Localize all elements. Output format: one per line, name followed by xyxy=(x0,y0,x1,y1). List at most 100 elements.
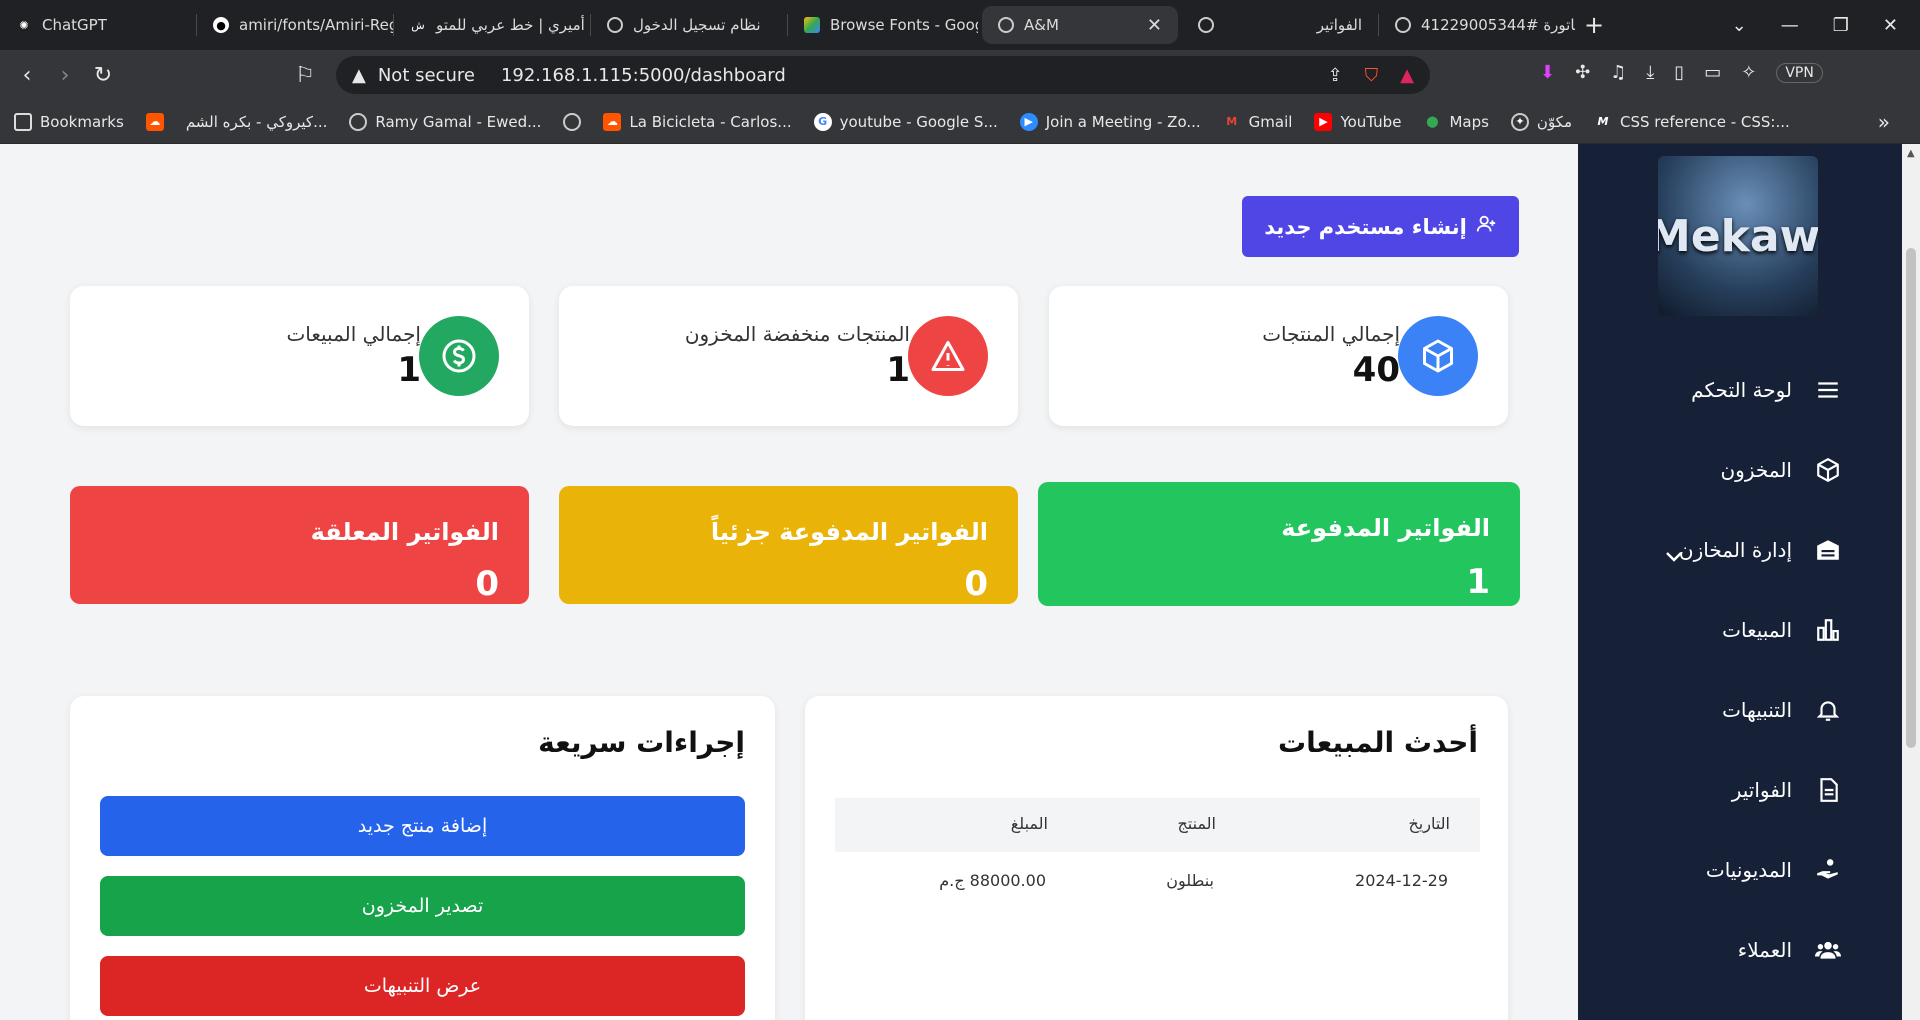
menu-icon xyxy=(1814,376,1842,404)
brand-logo[interactable]: Mekawy xyxy=(1658,156,1818,316)
tab-google-fonts[interactable]: Browse Fonts - Goog xyxy=(788,6,978,44)
sidebar-icon[interactable]: ▯ xyxy=(1674,62,1684,83)
sidebar-item-warehouses[interactable]: إدارة المخازن xyxy=(1679,536,1842,564)
bookmark-item[interactable]: كيروكي - بكره الشم... xyxy=(186,113,328,131)
recent-sales-title: أحدث المبيعات xyxy=(1277,726,1478,759)
youtube-icon: ▶ xyxy=(1314,112,1333,131)
bookmark-item[interactable]: ☁ xyxy=(145,112,164,131)
bookmark-label: CSS reference - CSS:... xyxy=(1620,112,1790,131)
tab-title: A&M xyxy=(1024,16,1059,34)
invoice-card-title: الفواتير المدفوعة xyxy=(1281,514,1490,542)
tab-invoices[interactable]: الفواتير xyxy=(1182,6,1378,44)
invoice-card-value: 0 xyxy=(964,564,988,604)
globe-icon xyxy=(607,17,623,33)
tab-login[interactable]: نظام تسجيل الدخول xyxy=(591,6,787,44)
page-scrollbar[interactable]: ▲ xyxy=(1902,144,1920,1020)
close-tab-icon[interactable]: ✕ xyxy=(1147,15,1162,36)
view-alerts-button[interactable]: عرض التنبيهات xyxy=(100,956,745,1016)
bookmark-item[interactable]: Ramy Gamal - Ewed... xyxy=(349,112,541,131)
bookmark-page-icon[interactable]: ⚐ xyxy=(286,63,324,88)
bookmark-item[interactable]: M Gmail xyxy=(1223,113,1292,131)
bookmark-label: Bookmarks xyxy=(40,112,124,131)
download-ext-icon[interactable]: ⬇ xyxy=(1540,62,1555,83)
bookmark-item[interactable] xyxy=(563,112,582,131)
bookmark-item[interactable]: ✦ مكوّن xyxy=(1510,112,1573,131)
export-inventory-button[interactable]: تصدير المخزون xyxy=(100,876,745,936)
sidebar-item-alerts[interactable]: التنبيهات xyxy=(1722,696,1842,724)
sidebar-item-dashboard[interactable]: لوحة التحكم xyxy=(1691,376,1842,404)
tab-amiri[interactable]: ﺵ أميري | خط عربي للمتو xyxy=(394,6,590,44)
sidebar-item-label: التنبيهات xyxy=(1722,698,1792,722)
tab-title: فاتورة #41229005344 xyxy=(1421,16,1575,34)
brave-shield-icon[interactable]: ⛉ xyxy=(1365,65,1379,86)
share-icon[interactable]: ⇪ xyxy=(1328,65,1343,86)
tab-invoice[interactable]: فاتورة #41229005344 xyxy=(1379,6,1575,44)
scrollbar-thumb[interactable] xyxy=(1906,248,1916,748)
restore-icon[interactable]: ❐ xyxy=(1833,15,1849,36)
tab-title: نظام تسجيل الدخول xyxy=(633,16,761,34)
vpn-button[interactable]: VPN xyxy=(1776,62,1823,83)
scroll-up-icon[interactable]: ▲ xyxy=(1907,148,1915,159)
tab-am-active[interactable]: A&M ✕ xyxy=(982,6,1178,44)
bookmark-label: Join a Meeting - Zo... xyxy=(1045,112,1201,131)
leo-icon[interactable]: ✧ xyxy=(1741,62,1756,83)
stat-value: 40 xyxy=(1352,350,1400,390)
zoom-icon: ▶ xyxy=(1019,112,1038,131)
bookmark-label: مكوّن xyxy=(1536,112,1573,131)
invoice-card-title: الفواتير المدفوعة جزئياً xyxy=(710,518,988,546)
sidebar-item-inventory[interactable]: المخزون xyxy=(1720,456,1842,484)
cube-icon xyxy=(1398,316,1478,396)
stat-title: إجمالي المنتجات xyxy=(1262,322,1400,346)
back-icon[interactable]: ‹ xyxy=(8,63,46,88)
sidebar-item-label: إدارة المخازن xyxy=(1678,538,1792,562)
reload-icon[interactable]: ↻ xyxy=(84,63,122,88)
more-bookmarks-icon[interactable]: » xyxy=(1878,110,1890,134)
bookmark-label: YouTube xyxy=(1340,112,1402,131)
tab-title: Browse Fonts - Goog xyxy=(830,16,978,34)
invoice-card-partial: الفواتير المدفوعة جزئياً 0 xyxy=(559,486,1018,604)
extensions-bar: ⬇ ✣ ♫ ⤓ ▯ ▭ ✧ VPN xyxy=(1540,62,1823,83)
url-text[interactable]: 192.168.1.115:5000/dashboard xyxy=(501,65,786,86)
sidebar-item-label: المديونيات xyxy=(1705,858,1792,882)
create-user-button[interactable]: إنشاء مستخدم جديد xyxy=(1242,196,1519,257)
new-tab-icon[interactable]: + xyxy=(1575,11,1613,39)
stat-title: إجمالي المبيعات xyxy=(286,322,421,346)
table-header: التاريخ المنتج المبلغ xyxy=(835,798,1480,852)
brave-rewards-icon[interactable]: ▲ xyxy=(1400,65,1414,86)
wallet-icon[interactable]: ▭ xyxy=(1704,62,1721,83)
sidebar-item-invoices[interactable]: الفواتير xyxy=(1732,776,1842,804)
add-product-button[interactable]: إضافة منتج جديد xyxy=(100,796,745,856)
cell-date: 2024-12-29 xyxy=(1355,871,1448,890)
bookmark-item[interactable]: M CSS reference - CSS:... xyxy=(1594,113,1790,131)
column-header-product: المنتج xyxy=(1177,814,1216,833)
tab-title: أميري | خط عربي للمتو xyxy=(436,16,585,34)
downloads-icon[interactable]: ⤓ xyxy=(1646,62,1654,83)
bookmark-item[interactable]: Bookmarks xyxy=(14,112,124,131)
bookmark-item[interactable]: ▶ YouTube xyxy=(1314,112,1402,131)
bookmark-item[interactable]: ⬤ Maps xyxy=(1423,112,1489,131)
sidebar-item-sales[interactable]: المبيعات xyxy=(1722,616,1842,644)
address-bar[interactable]: ▲ Not secure 192.168.1.115:5000/dashboar… xyxy=(336,56,1430,94)
tab-search-icon[interactable]: ⌄ xyxy=(1732,15,1747,36)
cell-product: بنطلون xyxy=(1166,871,1214,890)
chevron-down-icon[interactable] xyxy=(1664,549,1684,568)
forward-icon[interactable]: › xyxy=(46,63,84,88)
minimize-icon[interactable]: — xyxy=(1781,15,1799,36)
bookmark-label: youtube - Google S... xyxy=(839,112,998,131)
close-window-icon[interactable]: ✕ xyxy=(1883,15,1898,36)
bookmark-item[interactable]: ☁ La Bicicleta - Carlos... xyxy=(603,112,792,131)
document-icon xyxy=(1814,776,1842,804)
puzzle-icon[interactable]: ✣ xyxy=(1575,62,1590,83)
bookmark-label: Maps xyxy=(1449,112,1489,131)
invoice-card-value: 1 xyxy=(1466,562,1490,602)
sidebar-item-label: المخزون xyxy=(1720,458,1792,482)
music-icon[interactable]: ♫ xyxy=(1610,62,1626,83)
warning-icon: ▲ xyxy=(352,64,366,86)
tab-github[interactable]: ● amiri/fonts/Amiri-Reg xyxy=(197,6,393,44)
tab-chatgpt[interactable]: ✺ ChatGPT xyxy=(0,6,196,44)
sidebar-item-customers[interactable]: العملاء xyxy=(1738,936,1842,964)
bookmark-item[interactable]: ▶ Join a Meeting - Zo... xyxy=(1019,112,1201,131)
sidebar-item-debts[interactable]: المديونيات xyxy=(1706,856,1842,884)
stat-value: 1 xyxy=(886,350,910,390)
bookmark-item[interactable]: Gyoutube - Google S... xyxy=(813,112,998,131)
